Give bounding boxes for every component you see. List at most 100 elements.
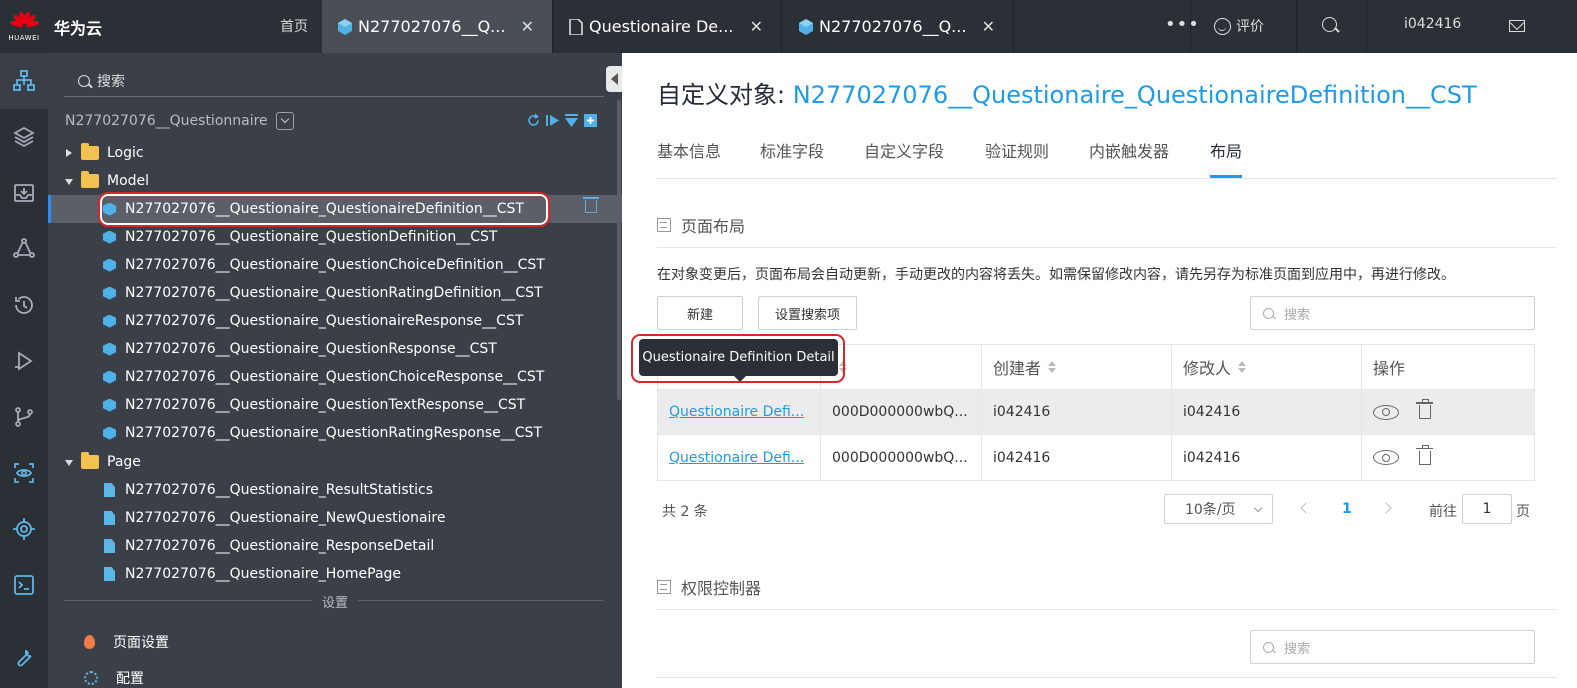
close-icon[interactable]: ✕ <box>521 17 534 36</box>
tree-item-page[interactable]: N277027076__Questionaire_HomePage <box>48 560 622 588</box>
rail-preview[interactable] <box>0 445 48 501</box>
tree-item-model[interactable]: N277027076__Questionaire_QuestionRatingD… <box>48 279 622 307</box>
folder-open-icon <box>81 171 99 188</box>
chevron-down-icon[interactable] <box>275 112 294 130</box>
refresh-icon[interactable] <box>526 113 541 128</box>
col-id[interactable] <box>821 345 982 389</box>
rail-inbox[interactable] <box>0 165 48 221</box>
trash-icon[interactable] <box>583 197 599 213</box>
rate-label: 评价 <box>1236 19 1264 35</box>
tree-item-page[interactable]: N277027076__Questionaire_ResultStatistic… <box>48 476 622 504</box>
user-account[interactable]: i042416 <box>1404 16 1461 32</box>
rail-branch[interactable] <box>0 389 48 445</box>
tab-triggers[interactable]: 内嵌触发器 <box>1089 138 1169 178</box>
tree-item-model[interactable]: N277027076__Questionaire_QuestionChoiceD… <box>48 251 622 279</box>
layout-search-input[interactable]: 搜索 <box>1250 296 1535 330</box>
file-icon <box>104 539 115 553</box>
huawei-logo[interactable]: HUAWEI <box>0 0 48 53</box>
trash-icon[interactable] <box>1416 444 1433 465</box>
rail-structure[interactable] <box>0 53 48 109</box>
tree-item-label: N277027076__Questionaire_ResultStatistic… <box>125 482 434 498</box>
project-selector[interactable]: N277027076__Questionnaire <box>65 112 294 130</box>
tree-item-page[interactable]: N277027076__Questionaire_ResponseDetail <box>48 532 622 560</box>
tree-item-model[interactable]: N277027076__Questionaire_QuestionDefinit… <box>48 223 622 251</box>
current-page[interactable]: 1 <box>1342 501 1352 517</box>
rail-target[interactable] <box>0 501 48 557</box>
brand-name[interactable]: 华为云 <box>54 15 102 39</box>
tree-item-model[interactable]: N277027076__Questionaire_QuestionChoiceR… <box>48 363 622 391</box>
close-icon[interactable]: ✕ <box>982 17 995 36</box>
tree-item-label: N277027076__Questionaire_QuestionaireRes… <box>125 313 524 329</box>
tab-custom-fields[interactable]: 自定义字段 <box>864 138 944 178</box>
layout-name-link[interactable]: Questionaire Defi... <box>669 404 804 420</box>
editor-tab-1[interactable]: N277027076__Q... ✕ <box>322 0 552 53</box>
col-modifier[interactable]: 修改人 <box>1172 345 1362 389</box>
tab-validation-rules[interactable]: 验证规则 <box>985 138 1049 178</box>
rate-button[interactable]: 评价 <box>1214 16 1264 36</box>
permission-search-input[interactable]: 搜索 <box>1250 630 1535 664</box>
tab-basic-info[interactable]: 基本信息 <box>657 138 721 178</box>
cell-creator: i042416 <box>982 390 1172 434</box>
goto-label: 前往 <box>1429 504 1457 520</box>
cell-creator: i042416 <box>982 435 1172 480</box>
editor-tab-3[interactable]: N277027076__Q... ✕ <box>783 0 1013 53</box>
search-settings-button[interactable]: 设置搜索项 <box>758 296 857 330</box>
prev-page-icon[interactable] <box>1300 502 1312 514</box>
object-tabs: 基本信息 标准字段 自定义字段 验证规则 内嵌触发器 布局 <box>657 138 1557 179</box>
more-tabs-button[interactable]: ••• <box>1165 14 1200 35</box>
collapse-all-icon[interactable] <box>564 113 579 128</box>
chevron-down-icon[interactable] <box>65 176 75 186</box>
tree-item-model[interactable]: N277027076__Questionaire_QuestionRespons… <box>48 335 622 363</box>
tree-folder-label: Page <box>107 454 141 470</box>
goto-page-input[interactable]: 1 <box>1462 494 1512 524</box>
rail-layers[interactable] <box>0 109 48 165</box>
mail-icon[interactable] <box>1509 20 1525 32</box>
view-icon[interactable] <box>1373 404 1399 420</box>
chevron-down-icon[interactable] <box>65 457 75 467</box>
config-item[interactable]: 配置 <box>84 666 144 688</box>
highlight-ring <box>631 334 845 383</box>
search-icon[interactable] <box>1322 17 1337 32</box>
trash-icon[interactable] <box>1416 399 1433 419</box>
chevron-right-icon[interactable] <box>65 148 75 158</box>
run-icon[interactable] <box>545 113 560 128</box>
tree-item-model[interactable]: N277027076__Questionaire_QuestionRatingR… <box>48 419 622 447</box>
tab-layout[interactable]: 布局 <box>1210 138 1243 178</box>
sort-icon[interactable] <box>1238 361 1247 373</box>
col-actions: 操作 <box>1362 345 1534 389</box>
tree-scrollbar[interactable] <box>617 100 621 400</box>
page-settings-item[interactable]: 页面设置 <box>84 630 169 654</box>
page-size-select[interactable]: 10条/页 <box>1164 494 1273 524</box>
close-icon[interactable]: ✕ <box>750 17 763 36</box>
rail-console[interactable] <box>0 557 48 613</box>
editor-tab-2[interactable]: Questionaire De... ✕ <box>553 0 781 53</box>
home-link[interactable]: 首页 <box>280 16 308 36</box>
rail-run[interactable] <box>0 333 48 389</box>
tree-item-label: N277027076__Questionaire_QuestionRespons… <box>125 341 497 357</box>
tree-item-model[interactable]: N277027076__Questionaire_QuestionaireRes… <box>48 307 622 335</box>
tree-folder-model[interactable]: Model <box>48 167 622 195</box>
new-button[interactable]: 新建 <box>657 296 743 330</box>
next-page-icon[interactable] <box>1380 502 1392 514</box>
pager-total: 共 2 条 <box>662 504 708 520</box>
tree-search-input[interactable]: 搜索 <box>64 65 604 97</box>
tree-item-page[interactable]: N277027076__Questionaire_NewQuestionaire <box>48 504 622 532</box>
layout-name-link[interactable]: Questionaire Defi... <box>669 450 804 466</box>
view-icon[interactable] <box>1373 450 1399 465</box>
topbar-divider <box>1296 0 1297 53</box>
title-prefix: 自定义对象: <box>657 81 793 109</box>
section-title: 页面布局 <box>681 217 746 236</box>
tab-standard-fields[interactable]: 标准字段 <box>760 138 824 178</box>
rail-history[interactable] <box>0 277 48 333</box>
add-icon[interactable] <box>583 113 598 128</box>
col-creator[interactable]: 创建者 <box>982 345 1172 389</box>
rail-flow[interactable] <box>0 221 48 277</box>
tree-folder-logic[interactable]: Logic <box>48 139 622 167</box>
cube-icon <box>103 230 116 244</box>
cell-id: 000D000000wbQ... <box>821 435 982 480</box>
huawei-flower-icon <box>9 10 40 31</box>
sort-icon[interactable] <box>1048 361 1057 373</box>
rail-tools[interactable] <box>0 629 48 685</box>
tree-folder-page[interactable]: Page <box>48 448 622 476</box>
tree-item-model[interactable]: N277027076__Questionaire_QuestionTextRes… <box>48 391 622 419</box>
